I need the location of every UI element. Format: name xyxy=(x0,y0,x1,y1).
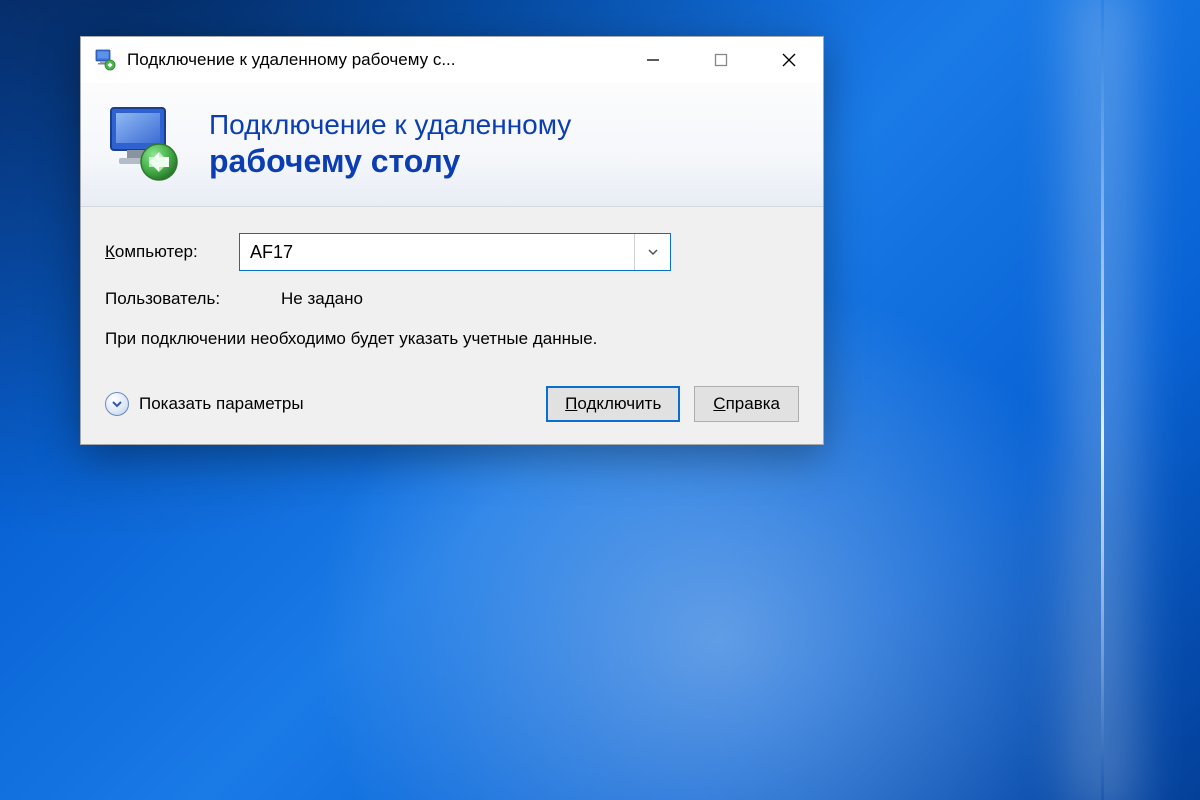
user-label: Пользователь: xyxy=(105,289,281,309)
help-button-label: Справка xyxy=(713,394,780,414)
credentials-hint: При подключении необходимо будет указать… xyxy=(105,327,799,352)
close-button[interactable] xyxy=(755,37,823,83)
footer: Показать параметры Подключить Справка xyxy=(105,386,799,422)
computer-combobox[interactable] xyxy=(239,233,671,271)
connect-button[interactable]: Подключить xyxy=(546,386,680,422)
minimize-button[interactable] xyxy=(619,37,687,83)
show-options-link[interactable]: Показать параметры xyxy=(139,394,304,414)
titlebar[interactable]: Подключение к удаленному рабочему с... xyxy=(81,37,823,83)
form-area: Компьютер: Пользователь: Не задано При п… xyxy=(81,207,823,444)
user-value: Не задано xyxy=(281,289,363,309)
user-row: Пользователь: Не задано xyxy=(105,289,799,309)
rdp-header-icon xyxy=(105,104,187,186)
desktop-light-streak xyxy=(1101,0,1104,800)
rdp-title-icon xyxy=(95,49,117,71)
computer-input[interactable] xyxy=(250,242,634,263)
connect-button-label: Подключить xyxy=(565,394,661,414)
header-band: Подключение к удаленному рабочему столу xyxy=(81,83,823,207)
expand-chevron-icon[interactable] xyxy=(105,392,129,416)
header-text: Подключение к удаленному рабочему столу xyxy=(209,108,571,181)
window-controls xyxy=(619,37,823,83)
header-line1: Подключение к удаленному xyxy=(209,108,571,142)
header-line2: рабочему столу xyxy=(209,142,571,181)
help-button[interactable]: Справка xyxy=(694,386,799,422)
window-title: Подключение к удаленному рабочему с... xyxy=(127,50,619,70)
computer-row: Компьютер: xyxy=(105,233,799,271)
chevron-down-icon[interactable] xyxy=(634,234,670,270)
rdp-dialog: Подключение к удаленному рабочему с... xyxy=(80,36,824,445)
computer-label: Компьютер: xyxy=(105,242,239,262)
maximize-button[interactable] xyxy=(687,37,755,83)
